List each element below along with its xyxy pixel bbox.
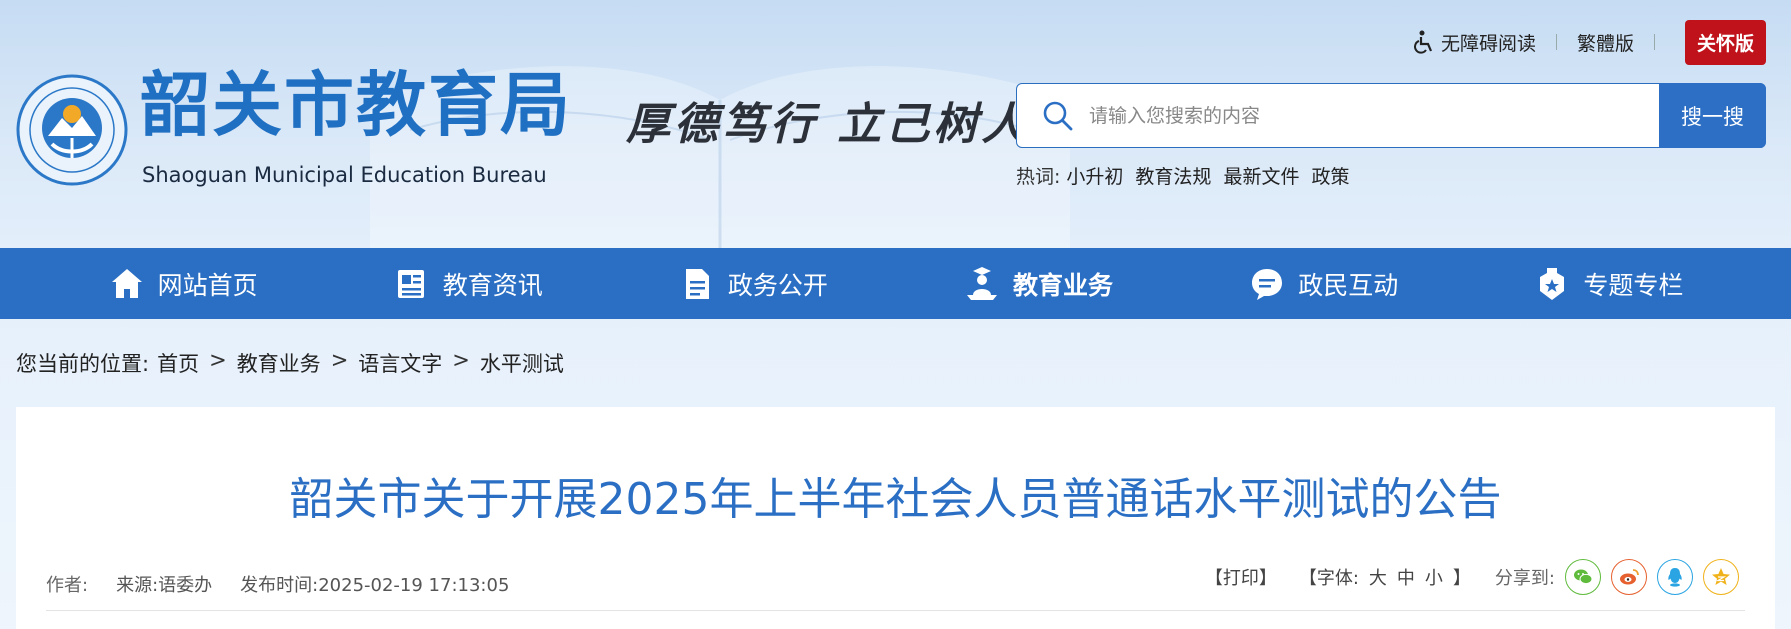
divider [1555, 34, 1557, 50]
breadcrumb-separator: > [330, 348, 349, 372]
article-meta: 作者: 来源:语委办 发布时间:2025-02-19 17:13:05 [46, 571, 509, 597]
divider [1653, 34, 1655, 50]
qq-icon [1668, 568, 1682, 587]
nav-item-home[interactable]: 网站首页 [108, 265, 258, 303]
hot-word-link[interactable]: 最新文件 [1223, 162, 1299, 189]
breadcrumb-language[interactable]: 语言文字 [358, 348, 442, 378]
site-logo-title[interactable]: 韶关市教育局 [140, 70, 572, 140]
top-links-bar: 无障碍阅读 繁體版 关怀版 [1413, 19, 1766, 65]
hot-word-link[interactable]: 小升初 [1066, 162, 1123, 189]
share-label: 分享到: [1494, 568, 1555, 589]
traditional-label: 繁體版 [1576, 32, 1634, 55]
share-weibo-button[interactable] [1611, 559, 1647, 595]
nav-label: 专题专栏 [1583, 270, 1684, 300]
nav-label: 教育业务 [1013, 270, 1114, 300]
nav-item-special[interactable]: 专题专栏 [1533, 265, 1683, 303]
nav-item-interaction[interactable]: 政民互动 [1248, 265, 1398, 303]
hot-words: 热词: 小升初 教育法规 最新文件 政策 [1016, 162, 1349, 189]
motto-calligraphy: 厚德笃行 立己树人 [626, 99, 1030, 150]
article-card: 韶关市关于开展2025年上半年社会人员普通话水平测试的公告 作者: 来源:语委办… [16, 407, 1775, 629]
breadcrumb-prefix: 您当前的位置: [16, 352, 150, 376]
share-wechat-button[interactable] [1565, 559, 1601, 595]
meta-divider [46, 610, 1745, 611]
font-size-large[interactable]: 大 [1369, 564, 1387, 590]
nav-label: 政务公开 [727, 270, 828, 300]
breadcrumb-separator: > [209, 348, 227, 372]
badge-icon [1540, 267, 1565, 300]
nav-item-gov-affairs[interactable]: 政务公开 [678, 265, 828, 303]
nav-label: 政民互动 [1298, 270, 1399, 300]
site-header: 韶关市教育局 Shaoguan Municipal Education Bure… [0, 0, 1791, 248]
article-published-time: 发布时间:2025-02-19 17:13:05 [240, 575, 510, 596]
wechat-icon [1574, 569, 1593, 585]
article-tools: 【打印】 【字体: 大 中 小 】 分享到: [1205, 559, 1739, 595]
search-box: 搜一搜 [1016, 83, 1766, 148]
hot-words-label: 热词: [1016, 166, 1061, 188]
breadcrumb-proficiency-test[interactable]: 水平测试 [480, 348, 564, 378]
chat-icon [1252, 268, 1283, 300]
article-title: 韶关市关于开展2025年上半年社会人员普通话水平测试的公告 [289, 474, 1502, 525]
breadcrumb-education[interactable]: 教育业务 [237, 348, 321, 378]
weibo-icon [1620, 569, 1639, 585]
accessibility-label: 无障碍阅读 [1440, 32, 1536, 55]
nav-item-education[interactable]: 教育业务 [963, 265, 1113, 303]
article-source: 来源:语委办 [116, 575, 213, 596]
nav-label: 教育资讯 [442, 270, 543, 300]
qzone-star-icon [1712, 568, 1730, 585]
font-size-label: 【字体: [1298, 568, 1359, 589]
site-logo-subtitle: Shaoguan Municipal Education Bureau [142, 163, 547, 187]
search-button[interactable]: 搜一搜 [1659, 83, 1766, 148]
font-size-end: 】 [1452, 568, 1471, 589]
education-icon [967, 266, 998, 300]
bureau-emblem-logo [16, 74, 128, 186]
accessibility-link[interactable]: 无障碍阅读 [1413, 29, 1536, 56]
share-qzone-button[interactable] [1703, 559, 1739, 595]
news-icon [397, 269, 424, 298]
document-icon [685, 268, 709, 299]
wheelchair-icon [1413, 30, 1432, 54]
search-icon [1043, 101, 1073, 130]
nav-label: 网站首页 [157, 270, 258, 300]
breadcrumb: 您当前的位置: 首页 > 教育业务 > 语言文字 > 水平测试 [16, 348, 564, 378]
font-size-group: 【字体: 大 中 小 】 [1299, 564, 1471, 590]
hot-word-link[interactable]: 教育法规 [1135, 162, 1211, 189]
breadcrumb-home[interactable]: 首页 [157, 348, 199, 378]
share-icons [1565, 559, 1739, 595]
care-mode-button[interactable]: 关怀版 [1684, 19, 1766, 65]
traditional-chinese-link[interactable]: 繁體版 [1577, 29, 1634, 56]
article-author: 作者: [46, 575, 89, 596]
home-icon [111, 268, 142, 298]
font-size-medium[interactable]: 中 [1397, 564, 1415, 590]
main-nav: 网站首页 教育资讯 政务公开 教育业务 政民互动 专题专栏 [0, 248, 1791, 319]
print-button[interactable]: 【打印】 [1205, 564, 1277, 590]
nav-item-news[interactable]: 教育资讯 [393, 265, 543, 303]
breadcrumb-separator: > [452, 348, 470, 372]
font-size-small[interactable]: 小 [1425, 564, 1443, 590]
hot-word-link[interactable]: 政策 [1311, 162, 1349, 189]
search-input[interactable] [1075, 85, 1659, 146]
share-qq-button[interactable] [1657, 559, 1693, 595]
